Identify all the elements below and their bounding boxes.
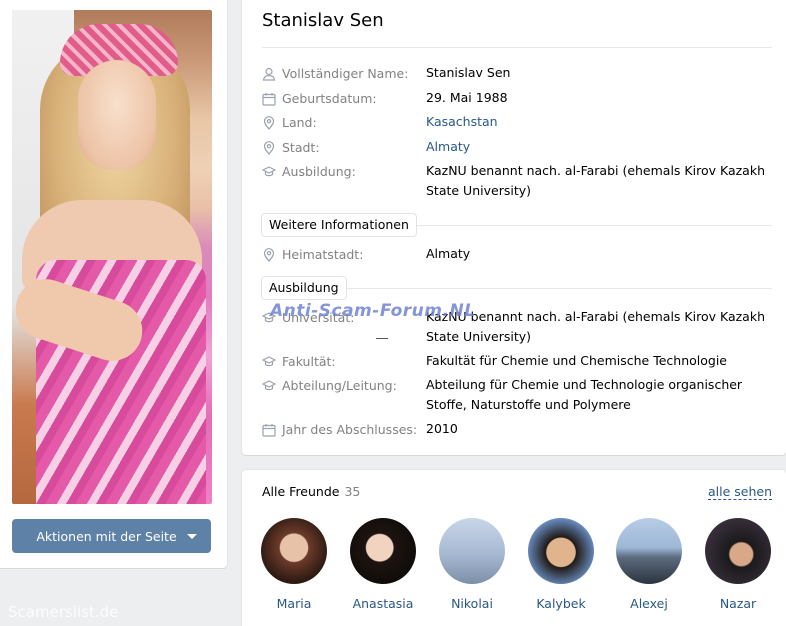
friend-name[interactable]: Alexej: [614, 596, 684, 611]
location-icon: [263, 248, 275, 262]
avatar[interactable]: [350, 518, 416, 584]
friends-card: Alle Freunde 35 alle sehen Maria Anastasi…: [242, 470, 786, 626]
friend-item[interactable]: Nazar: [703, 518, 773, 611]
info-label: Geburtsdatum:: [282, 91, 377, 106]
info-label: Jahr des Abschlusses:: [282, 422, 418, 437]
friend-name[interactable]: Kalybek: [526, 596, 596, 611]
friend-item[interactable]: Maria: [259, 518, 329, 611]
section-more-info: Weitere Informationen: [261, 213, 417, 237]
info-value: KazNU benannt nach. al-Farabi (ehemals K…: [426, 163, 765, 198]
profile-name: Stanislav Sen: [262, 10, 384, 31]
info-value: 29. Mai 1988: [426, 90, 508, 105]
see-all-friends-link[interactable]: alle sehen: [707, 484, 772, 500]
info-value: Almaty: [426, 246, 471, 261]
friend-name[interactable]: Nazar: [703, 596, 773, 611]
info-label: Vollständiger Name:: [282, 66, 409, 81]
profile-photo-card: Aktionen mit der Seite: [0, 0, 227, 568]
friends-title: Alle Freunde: [262, 484, 340, 499]
info-label: Land:: [282, 115, 317, 130]
friend-item[interactable]: Nikolai: [437, 518, 507, 611]
friends-header[interactable]: Alle Freunde 35: [262, 484, 360, 499]
location-icon: [263, 141, 275, 155]
friend-item[interactable]: Kalybek: [526, 518, 596, 611]
user-icon: [262, 67, 276, 81]
location-icon: [263, 116, 275, 130]
photo-face: [78, 60, 156, 170]
graduation-cap-icon: [262, 166, 276, 177]
watermark-anti-scam: Anti-Scam-Forum.NL: [270, 301, 476, 321]
info-label: Fakultät:: [282, 354, 336, 369]
section-education: Ausbildung: [261, 276, 347, 300]
stray-dash: [376, 338, 388, 339]
friends-count: 35: [344, 484, 361, 499]
info-value: Stanislav Sen: [426, 65, 511, 80]
info-value: Fakultät für Chemie und Chemische Techno…: [426, 353, 727, 368]
header-divider: [262, 47, 772, 48]
page-actions-label: Aktionen mit der Seite: [36, 528, 177, 544]
page-actions-button[interactable]: Aktionen mit der Seite: [12, 519, 211, 553]
info-label: Ausbildung:: [282, 164, 356, 179]
watermark-scamerslist: Scamerslist.de: [8, 603, 119, 621]
avatar[interactable]: [261, 518, 327, 584]
chevron-down-icon: [187, 534, 197, 539]
graduation-cap-icon: [262, 356, 276, 367]
info-label: Stadt:: [282, 140, 320, 155]
avatar[interactable]: [616, 518, 682, 584]
avatar[interactable]: [705, 518, 771, 584]
graduation-cap-icon: [262, 380, 276, 391]
info-value: 2010: [426, 421, 458, 436]
friend-item[interactable]: Alexej: [614, 518, 684, 611]
avatar[interactable]: [528, 518, 594, 584]
profile-photo[interactable]: [12, 10, 212, 504]
profile-info-card: Stanislav Sen Vollständiger Name: Stanis…: [242, 0, 786, 455]
friend-item[interactable]: Anastasia: [348, 518, 418, 611]
city-link[interactable]: Almaty: [426, 137, 766, 157]
avatar[interactable]: [439, 518, 505, 584]
calendar-icon: [262, 93, 276, 106]
friend-name[interactable]: Maria: [259, 596, 329, 611]
friend-name[interactable]: Anastasia: [348, 596, 418, 611]
info-label: Abteilung/Leitung:: [282, 378, 397, 393]
calendar-icon: [262, 424, 276, 437]
country-link[interactable]: Kasachstan: [426, 112, 766, 132]
friend-name[interactable]: Nikolai: [437, 596, 507, 611]
info-value: Abteilung für Chemie und Technologie org…: [426, 377, 743, 412]
info-label: Heimatstadt:: [282, 247, 364, 262]
info-value: KazNU benannt nach. al-Farabi (ehemals K…: [426, 309, 765, 344]
